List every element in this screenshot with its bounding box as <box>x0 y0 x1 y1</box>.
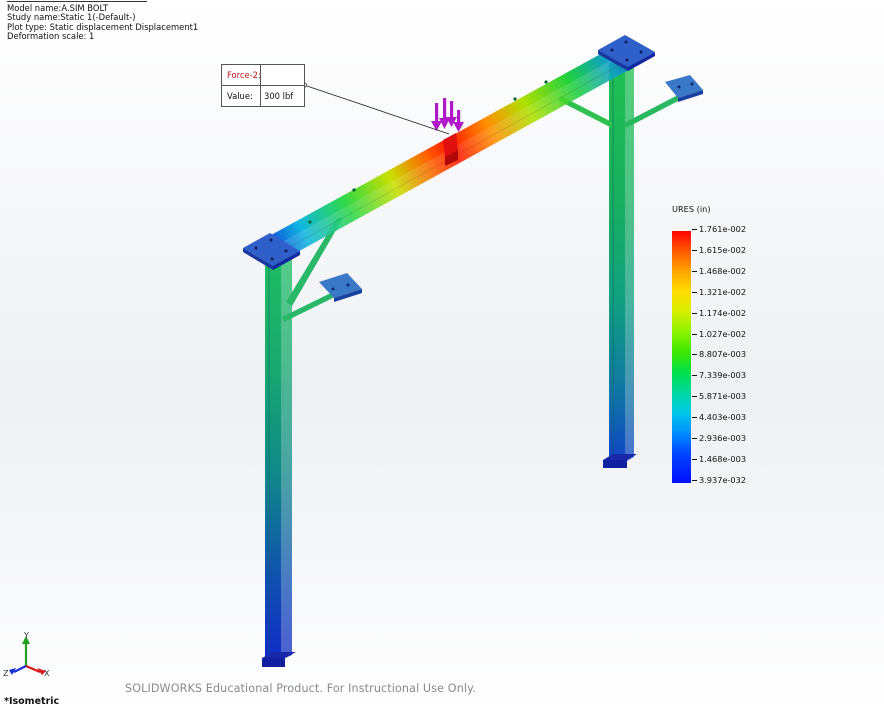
legend-tick-label: 8.807e-003 <box>692 349 746 359</box>
deformation-scale: Deformation scale: 1 <box>7 31 95 42</box>
study-info: Model name:A.SIM BOLT Study name:Static … <box>7 1 198 42</box>
legend-tick-mark <box>692 354 697 356</box>
callout-value: 300 lbf <box>264 91 294 101</box>
triad-z-label: Z <box>3 669 9 678</box>
legend-tick-value: 7.339e-003 <box>699 370 747 381</box>
triad-z-axis <box>13 665 27 673</box>
callout-value-label: Value: <box>227 91 253 101</box>
legend-title: URES (in) <box>672 204 711 214</box>
legend-tick-label: 1.027e-002 <box>692 329 746 339</box>
legend-tick-mark <box>692 229 697 230</box>
legend-tick-value: 1.321e-002 <box>699 286 747 297</box>
legend-tick-mark <box>692 312 697 314</box>
legend-color-bar <box>672 231 691 483</box>
legend-tick-value: 1.615e-002 <box>699 244 747 255</box>
legend-tick-label: 1.468e-002 <box>692 266 746 276</box>
coordinate-triad[interactable]: Y X Z <box>2 630 54 678</box>
legend-tick-mark <box>692 375 697 377</box>
legend-tick-label: 3.937e-032 <box>692 475 746 485</box>
legend-tick-label: 1.615e-002 <box>692 245 746 255</box>
legend-tick-value: 2.936e-003 <box>699 433 747 443</box>
legend-tick-value: 1.468e-003 <box>699 453 747 464</box>
legend-tick-mark <box>692 270 697 272</box>
legend-tick-label: 1.174e-002 <box>692 308 746 318</box>
legend-tick-mark <box>692 417 697 419</box>
legend-tick-label: 7.339e-003 <box>692 370 746 380</box>
legend-tick-value: 1.761e-002 <box>699 224 747 234</box>
legend-tick-value: 8.807e-003 <box>699 349 747 360</box>
legend-tick-value: 5.871e-003 <box>699 391 747 402</box>
legend-tick-mark <box>692 438 697 439</box>
legend-tick-label: 1.761e-002 <box>692 224 746 234</box>
legend-tick-label: 1.321e-002 <box>692 287 746 297</box>
legend-tick-label: 5.871e-003 <box>692 391 746 401</box>
force-arrows <box>431 98 464 132</box>
legend-tick-mark <box>692 479 697 481</box>
legend-tick-value: 3.937e-032 <box>699 474 747 485</box>
view-orientation-label: *Isometric <box>4 696 60 707</box>
legend-tick-mark <box>692 291 697 293</box>
legend-tick-mark <box>692 396 697 398</box>
legend-tick-value: 1.468e-002 <box>699 265 747 276</box>
info-rule <box>7 1 147 2</box>
triad-y-label: Y <box>23 631 29 640</box>
legend-tick-mark <box>692 458 697 460</box>
legend-tick-mark <box>692 333 697 335</box>
legend-tick-value: 1.027e-002 <box>699 328 747 339</box>
legend-tick-label: 4.403e-003 <box>692 412 746 422</box>
left-post <box>262 247 296 667</box>
legend-tick-value: 4.403e-003 <box>699 412 747 423</box>
force-callout[interactable]: Force-2: Value: 300 lbf <box>221 64 305 107</box>
callout-leader-line <box>303 84 450 135</box>
callout-title: Force-2: <box>227 70 261 80</box>
legend-tick-mark <box>692 249 697 251</box>
legend-tick-label: 1.468e-003 <box>692 454 746 464</box>
triad-x-label: X <box>44 669 50 678</box>
graphics-viewport[interactable] <box>0 0 884 714</box>
legend-tick-value: 1.174e-002 <box>699 307 747 318</box>
callout-divider-horizontal <box>222 85 304 86</box>
legend-tick-label: 2.936e-003 <box>692 433 746 443</box>
educational-watermark: SOLIDWORKS Educational Product. For Inst… <box>125 682 476 695</box>
